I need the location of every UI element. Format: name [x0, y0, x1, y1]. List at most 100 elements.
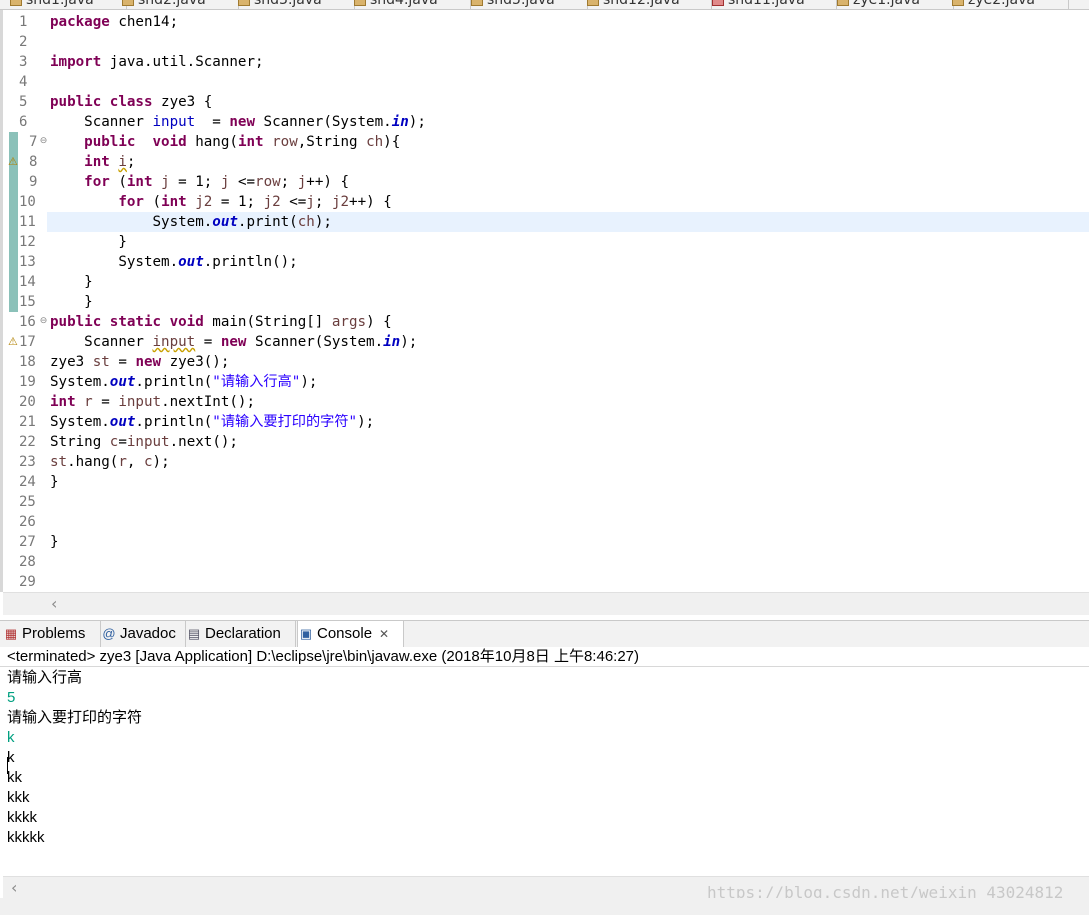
line-number: 24: [19, 474, 36, 490]
line-number: 10: [19, 194, 36, 210]
editor-tab[interactable]: shd11.java: [708, 0, 837, 9]
code-line: System.out.println();: [50, 254, 298, 270]
code-line: for (int j = 1; j <=row; j++) {: [84, 174, 350, 190]
editor-tab[interactable]: shd5.java: [467, 0, 588, 9]
tab-javadoc[interactable]: @ Javadoc: [101, 621, 186, 647]
code-line: System.out.print(ch);: [50, 214, 332, 230]
editor-tab-strip: shd1.java shd2.java shd3.java shd4.java …: [0, 0, 1089, 10]
console-line: 请输入要打印的字符: [7, 709, 143, 726]
console-input-line: 5: [7, 689, 16, 706]
console-line: kkkkk: [7, 829, 45, 846]
tab-problems[interactable]: ▦ Problems: [3, 621, 101, 647]
close-icon[interactable]: ✕: [379, 621, 389, 647]
editor-tab-label: shd1.java: [26, 0, 94, 8]
console-line: kkk: [7, 789, 30, 806]
code-line: }: [50, 234, 127, 250]
fold-toggle-icon[interactable]: ⊖: [39, 137, 48, 146]
code-line: public class zye3 {: [50, 94, 213, 110]
line-number: 21: [19, 414, 36, 430]
editor-horizontal-scrollbar[interactable]: ‹: [3, 592, 1089, 615]
tab-declaration[interactable]: ▤ Declaration: [186, 621, 296, 647]
code-line: }: [50, 534, 59, 550]
tab-problems-label: Problems: [22, 625, 86, 642]
warning-icon[interactable]: ⚠: [8, 156, 20, 168]
line-number: 5: [19, 94, 28, 110]
editor-tab-label: shd2.java: [138, 0, 206, 8]
editor-tab[interactable]: shd3.java: [234, 0, 355, 9]
line-number: 23: [19, 454, 36, 470]
java-file-icon: [238, 0, 250, 6]
line-number: 17: [19, 334, 36, 350]
console-line: k: [7, 749, 15, 766]
tab-javadoc-label: Javadoc: [120, 625, 176, 642]
line-number: 14: [19, 274, 36, 290]
editor-tab-label: shd11.java: [728, 0, 805, 8]
console-launch-header: <terminated> zye3 [Java Application] D:\…: [0, 647, 1089, 667]
line-number: 12: [19, 234, 36, 250]
code-line: for (int j2 = 1; j2 <=j; j2++) {: [118, 194, 392, 210]
code-line: Scanner input = new Scanner(System.in);: [50, 334, 418, 350]
code-line: System.out.println("请输入行高");: [50, 374, 318, 390]
java-file-icon: [587, 0, 599, 6]
code-line: }: [50, 274, 93, 290]
editor-tab-label: shd3.java: [254, 0, 322, 8]
editor-tab[interactable]: shd1.java: [6, 0, 127, 9]
line-number: 2: [19, 34, 28, 50]
java-error-file-icon: [712, 0, 724, 6]
line-number: 3: [19, 54, 28, 70]
line-number: 8: [29, 154, 38, 170]
code-line: package chen14;: [50, 14, 179, 30]
line-number: 27: [19, 534, 36, 550]
code-line: public void hang(int row,String ch){: [84, 134, 401, 150]
line-number: 11: [19, 214, 36, 230]
view-tab-strip: ▦ Problems @ Javadoc ▤ Declaration ▣ Console…: [0, 620, 1089, 648]
at-icon: @: [102, 626, 116, 641]
console-output[interactable]: 请输入行高 5 请输入要打印的字符 k k kk kkk kkkk kkkkk: [0, 668, 1089, 876]
java-file-icon: [122, 0, 134, 6]
line-number: 9: [29, 174, 38, 190]
code-line: int i;: [84, 154, 136, 170]
editor-tab-label: shd12.java: [603, 0, 680, 8]
editor-tab-label: zye1.java: [853, 0, 920, 8]
tab-console-label: Console: [317, 625, 373, 642]
java-file-icon: [952, 0, 964, 6]
line-number: 13: [19, 254, 36, 270]
code-line: st.hang(r, c);: [50, 454, 170, 470]
line-number: 28: [19, 554, 36, 570]
console-line: kk: [7, 769, 22, 786]
java-file-icon: [10, 0, 22, 6]
line-number: 4: [19, 74, 28, 90]
console-line: 请输入行高: [7, 669, 83, 686]
code-line: }: [50, 294, 93, 310]
console-line: kkkk: [7, 809, 37, 826]
editor-tab[interactable]: shd2.java: [118, 0, 239, 9]
code-line: import java.util.Scanner;: [50, 54, 264, 70]
line-number: 25: [19, 494, 36, 510]
line-number: 15: [19, 294, 36, 310]
code-line: }: [50, 474, 59, 490]
code-line: public static void main(String[] args) {: [50, 314, 392, 330]
scroll-left-icon[interactable]: ‹: [51, 594, 57, 613]
java-file-icon: [471, 0, 483, 6]
code-line: Scanner input = new Scanner(System.in);: [50, 114, 426, 130]
java-file-icon: [837, 0, 849, 6]
text-cursor: [7, 757, 8, 774]
line-number: 6: [19, 114, 28, 130]
editor-tab[interactable]: zye2.java: [948, 0, 1069, 9]
editor-tab[interactable]: shd4.java: [350, 0, 471, 9]
scroll-left-icon[interactable]: ‹: [11, 878, 17, 897]
tab-console[interactable]: ▣ Console ✕: [297, 621, 404, 647]
code-editor[interactable]: 1 package chen14; 2 3 import java.util.S…: [0, 10, 1089, 592]
line-number: 20: [19, 394, 36, 410]
editor-tab-label: zye2.java: [968, 0, 1035, 8]
console-icon: ▣: [299, 626, 313, 641]
console-input-line: k: [7, 729, 15, 746]
fold-toggle-icon[interactable]: ⊖: [39, 317, 48, 326]
java-file-icon: [354, 0, 366, 6]
editor-tab[interactable]: zye1.java: [833, 0, 954, 9]
code-line: System.out.println("请输入要打印的字符");: [50, 414, 375, 430]
declaration-icon: ▤: [187, 626, 201, 641]
editor-tab-label: shd4.java: [370, 0, 438, 8]
code-line: int r = input.nextInt();: [50, 394, 256, 410]
editor-tab[interactable]: shd12.java: [583, 0, 712, 9]
